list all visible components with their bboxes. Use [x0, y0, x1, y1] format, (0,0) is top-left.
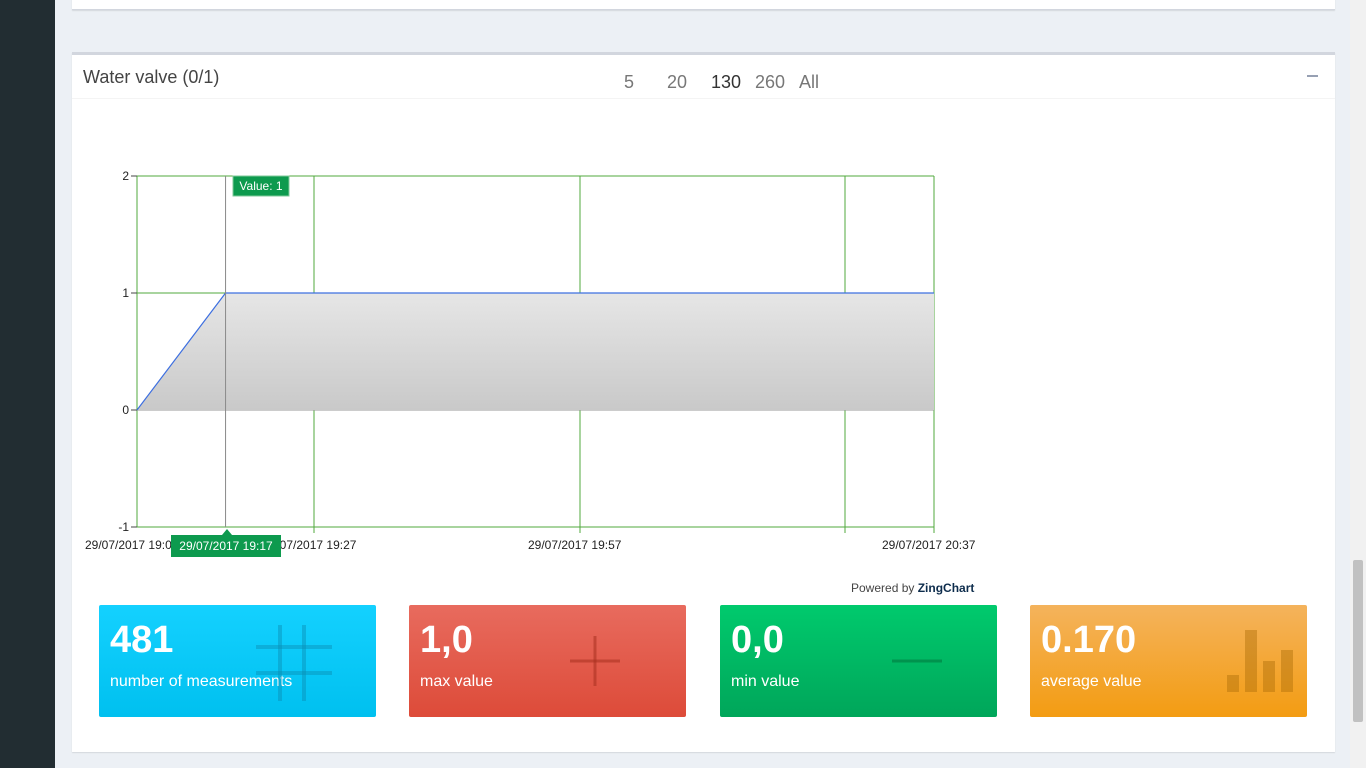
bar-chart-icon — [1227, 630, 1293, 692]
range-all-button[interactable]: All — [799, 72, 819, 93]
range-5-button[interactable]: 5 — [624, 72, 634, 93]
tile-value: 0.170 — [1041, 619, 1137, 661]
scrollbar-thumb[interactable] — [1353, 560, 1363, 722]
tile-value: 1,0 — [420, 619, 473, 661]
range-260-button[interactable]: 260 — [755, 72, 785, 93]
tile-label: max value — [420, 673, 493, 690]
minus-icon — [892, 659, 942, 663]
max-value-tile: 1,0 max value — [409, 605, 686, 717]
previous-panel — [72, 0, 1335, 10]
page-scrollbar[interactable] — [1350, 0, 1366, 768]
plus-icon — [570, 636, 620, 686]
minus-icon — [1307, 75, 1318, 77]
zingchart-link[interactable]: ZingChart — [918, 581, 975, 595]
panel-title: Water valve (0/1) — [83, 67, 220, 87]
powered-by[interactable]: Powered by ZingChart — [851, 581, 974, 595]
tile-value: 0,0 — [731, 619, 784, 661]
tile-label: min value — [731, 673, 800, 690]
range-130-button[interactable]: 130 — [711, 72, 741, 93]
grid-icon — [256, 625, 332, 701]
min-value-tile: 0,0 min value — [720, 605, 997, 717]
range-20-button[interactable]: 20 — [667, 72, 687, 93]
tile-label: average value — [1041, 673, 1142, 690]
panel-header: Water valve (0/1) — [72, 55, 1335, 99]
collapse-button[interactable] — [1301, 65, 1323, 87]
measurements-count-tile: 481 number of measurements — [99, 605, 376, 717]
sidebar — [0, 0, 55, 768]
average-value-tile: 0.170 average value — [1030, 605, 1307, 717]
tile-value: 481 — [110, 619, 174, 661]
